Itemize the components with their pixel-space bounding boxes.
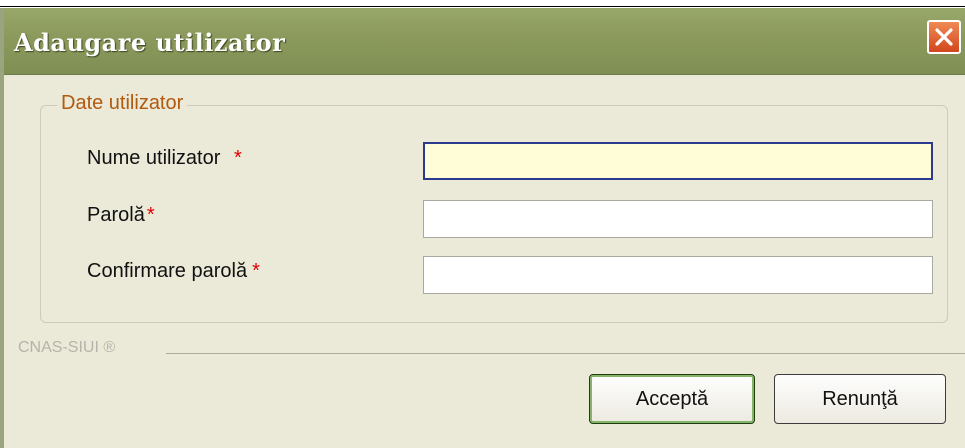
username-label: Nume utilizator * (87, 147, 242, 170)
close-icon (935, 28, 953, 46)
close-button[interactable] (927, 20, 961, 54)
password-input[interactable] (423, 200, 933, 238)
username-label-text: Nume utilizator (87, 147, 221, 169)
confirm-password-required-mark: * (252, 260, 260, 282)
confirm-password-label: Confirmare parolă * (87, 260, 260, 283)
confirm-password-input[interactable] (423, 256, 933, 294)
footer-divider (166, 353, 965, 354)
footer-brand: CNAS-SIUI ® (18, 339, 116, 356)
password-required-mark: * (146, 204, 155, 226)
group-title: Date utilizator (57, 92, 188, 115)
cancel-button[interactable]: Renunţă (774, 374, 946, 424)
dialog-title: Adaugare utilizator (14, 28, 286, 57)
add-user-dialog: Adaugare utilizator Date utilizator Nume… (0, 8, 965, 448)
password-label: Parolă * (87, 204, 155, 227)
confirm-password-label-text: Confirmare parolă (87, 260, 248, 282)
password-label-text: Parolă (87, 204, 145, 226)
top-edge (0, 0, 965, 7)
username-required-mark: * (233, 147, 242, 169)
user-data-group: Date utilizator Nume utilizator * Parolă… (40, 92, 948, 323)
accept-button[interactable]: Acceptă (589, 374, 755, 424)
username-input[interactable] (423, 142, 933, 180)
title-bar[interactable]: Adaugare utilizator (4, 8, 965, 75)
